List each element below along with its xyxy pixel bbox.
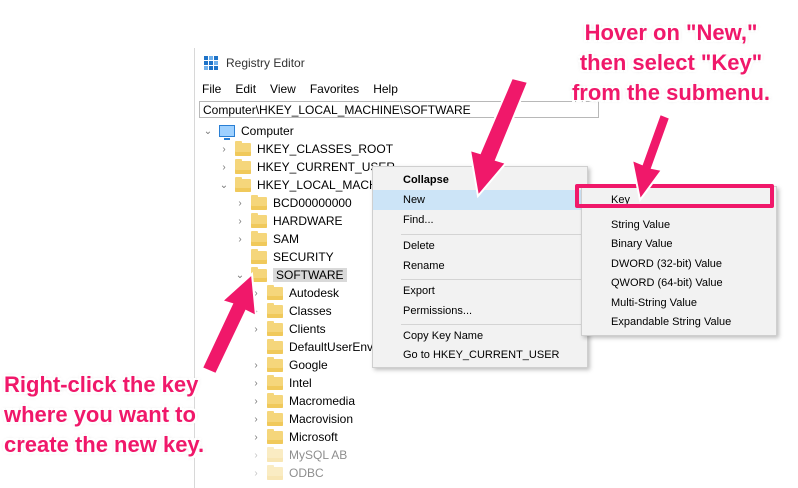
tree-item-hkey-local-machine[interactable]: ⌄ HKEY_LOCAL_MACHIN: [219, 176, 390, 194]
menu-file[interactable]: File: [195, 80, 228, 98]
folder-icon: [251, 194, 267, 210]
tree-item-hkey-current-user[interactable]: › HKEY_CURRENT_USER: [219, 158, 395, 176]
folder-icon: [267, 338, 283, 354]
ctx-collapse[interactable]: Collapse: [373, 170, 587, 190]
tree-item-defaultuserenvironment[interactable]: DefaultUserEnvir: [267, 338, 380, 356]
chevron-right-icon[interactable]: ›: [219, 162, 229, 173]
tree-item-macrovision[interactable]: › Macrovision: [251, 410, 353, 428]
tree-item-classes[interactable]: › Classes: [251, 302, 332, 320]
chevron-right-icon[interactable]: ›: [235, 216, 245, 227]
registry-editor-icon: [204, 56, 218, 70]
tree-item-clients[interactable]: › Clients: [251, 320, 326, 338]
chevron-down-icon[interactable]: ⌄: [203, 126, 213, 137]
chevron-right-icon[interactable]: ›: [251, 468, 261, 479]
ctx-permissions[interactable]: Permissions...: [373, 301, 587, 321]
chevron-right-icon[interactable]: ›: [235, 234, 245, 245]
chevron-down-icon[interactable]: ⌄: [219, 180, 229, 191]
new-submenu: Key String Value Binary Value DWORD (32-…: [581, 186, 777, 336]
ctx-copy-key-name[interactable]: Copy Key Name: [373, 326, 587, 346]
menu-divider: [401, 324, 581, 325]
tree-item-microsoft[interactable]: › Microsoft: [251, 428, 338, 446]
ctx-new-label: New: [403, 194, 426, 206]
tree-item-security[interactable]: SECURITY: [251, 248, 334, 266]
folder-icon: [267, 374, 283, 390]
chevron-right-icon[interactable]: ›: [251, 306, 261, 317]
instruction-top-line3: from the submenu.: [571, 80, 770, 105]
instruction-top-line2: then select "Key": [579, 50, 763, 75]
ctx-goto-hkcu[interactable]: Go to HKEY_CURRENT_USER: [373, 345, 587, 365]
instruction-bottom-line2: where you want to: [4, 402, 196, 427]
tree-item-computer[interactable]: ⌄ Computer: [203, 122, 294, 140]
folder-icon: [267, 410, 283, 426]
menu-help[interactable]: Help: [366, 80, 405, 98]
folder-icon: [267, 446, 283, 462]
folder-icon: [251, 230, 267, 246]
folder-icon: [267, 392, 283, 408]
instruction-top-line1: Hover on "New,": [584, 20, 758, 45]
sub-string-value[interactable]: String Value: [582, 215, 776, 235]
sub-binary-value[interactable]: Binary Value: [582, 234, 776, 254]
tree-item-bcd[interactable]: › BCD00000000: [235, 194, 352, 212]
tree-item-macromedia[interactable]: › Macromedia: [251, 392, 355, 410]
instruction-top: Hover on "New," then select "Key" from t…: [540, 18, 798, 108]
instruction-bottom: Right-click the key where you want to cr…: [4, 370, 254, 460]
chevron-right-icon[interactable]: ›: [251, 288, 261, 299]
computer-icon: [219, 125, 235, 140]
folder-icon: [267, 464, 283, 480]
folder-icon: [251, 212, 267, 228]
tree-item-hkey-classes-root[interactable]: › HKEY_CLASSES_ROOT: [219, 140, 393, 158]
folder-icon: [267, 320, 283, 336]
instruction-bottom-line3: create the new key.: [4, 432, 205, 457]
folder-icon: [251, 248, 267, 264]
ctx-new[interactable]: New ›: [373, 190, 587, 210]
chevron-right-icon[interactable]: ›: [219, 144, 229, 155]
tree-item-mysql-ab[interactable]: › MySQL AB: [251, 446, 347, 464]
address-bar[interactable]: Computer\HKEY_LOCAL_MACHINE\SOFTWARE: [199, 101, 599, 118]
ctx-delete[interactable]: Delete: [373, 236, 587, 256]
instruction-bottom-line1: Right-click the key: [4, 372, 199, 397]
ctx-rename[interactable]: Rename: [373, 256, 587, 276]
tree-item-odbc[interactable]: › ODBC: [251, 464, 324, 482]
ctx-find[interactable]: Find...: [373, 210, 587, 230]
folder-icon: [235, 176, 251, 192]
tree-item-intel[interactable]: › Intel: [251, 374, 312, 392]
menu-bar: File Edit View Favorites Help: [195, 80, 405, 98]
tree-item-google[interactable]: › Google: [251, 356, 328, 374]
key-highlight-box: [575, 184, 774, 208]
folder-icon: [267, 284, 283, 300]
tree-item-sam[interactable]: › SAM: [235, 230, 299, 248]
chevron-right-icon[interactable]: ›: [235, 198, 245, 209]
folder-icon: [251, 266, 267, 282]
chevron-right-icon[interactable]: ›: [251, 360, 261, 371]
sub-dword-value[interactable]: DWORD (32-bit) Value: [582, 254, 776, 274]
menu-divider: [401, 234, 581, 235]
tree-item-autodesk[interactable]: › Autodesk: [251, 284, 339, 302]
ctx-export[interactable]: Export: [373, 281, 587, 301]
sub-expandable-string-value[interactable]: Expandable String Value: [582, 312, 776, 332]
menu-favorites[interactable]: Favorites: [303, 80, 366, 98]
sub-multi-string-value[interactable]: Multi-String Value: [582, 293, 776, 313]
window-title: Registry Editor: [226, 56, 305, 70]
folder-icon: [267, 356, 283, 372]
folder-icon: [267, 428, 283, 444]
menu-view[interactable]: View: [263, 80, 303, 98]
tree-item-hardware[interactable]: › HARDWARE: [235, 212, 343, 230]
menu-divider: [401, 279, 581, 280]
tree-item-software[interactable]: ⌄ SOFTWARE: [235, 266, 347, 284]
context-menu: Collapse New › Find... Delete Rename Exp…: [372, 166, 588, 368]
folder-icon: [235, 158, 251, 174]
folder-icon: [235, 140, 251, 156]
chevron-down-icon[interactable]: ⌄: [235, 270, 245, 281]
menu-edit[interactable]: Edit: [228, 80, 263, 98]
folder-icon: [267, 302, 283, 318]
sub-qword-value[interactable]: QWORD (64-bit) Value: [582, 273, 776, 293]
chevron-right-icon[interactable]: ›: [251, 324, 261, 335]
